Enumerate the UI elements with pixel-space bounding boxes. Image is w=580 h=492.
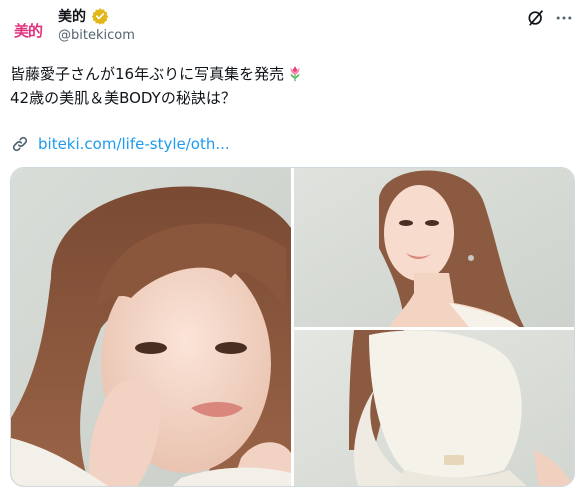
portrait-profile-photo[interactable] [294,168,574,327]
more-icon[interactable] [552,6,576,30]
link-icon [12,136,28,152]
tweet-line-2: 42歳の美肌＆美BODYの秘訣は？ [10,89,236,107]
media-grid [10,167,575,487]
tweet-header: 美的 @bitekicom [58,6,520,43]
tweet-line-1: 皆藤愛子さんが16年ぶりに写真集を発売 [10,62,570,86]
tweet-text: 皆藤愛子さんが16年ぶりに写真集を発売 42歳の美肌＆美BODYの秘訣は？ [10,62,570,110]
link-card[interactable]: biteki.com/life-style/oth... [10,134,230,154]
portrait-closeup-photo[interactable] [11,168,291,486]
avatar-logo-text: 美的 [13,21,43,40]
grok-icon[interactable] [524,6,548,30]
user-handle[interactable]: @bitekicom [58,28,520,43]
display-name[interactable]: 美的 [58,6,86,26]
avatar[interactable]: 美的 [8,10,48,50]
name-row: 美的 [58,6,520,26]
link-url[interactable]: biteki.com/life-style/oth... [38,135,230,153]
verified-badge-icon [91,8,109,25]
tweet-line-1-text: 皆藤愛子さんが16年ぶりに写真集を発売 [10,65,285,83]
full-body-sweater-photo[interactable] [294,330,574,486]
tulip-emoji-icon [290,66,300,82]
